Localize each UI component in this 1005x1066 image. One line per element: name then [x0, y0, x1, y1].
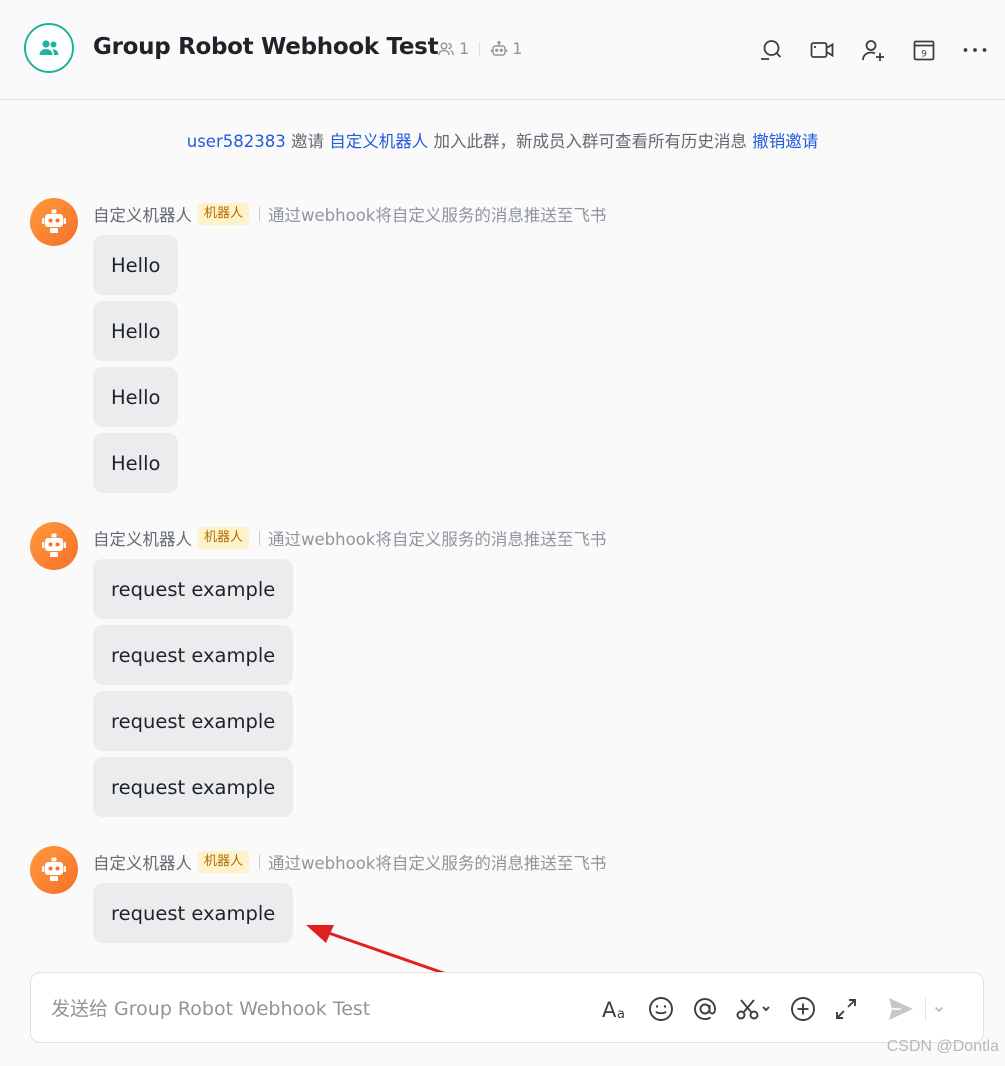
members-icon: [438, 42, 454, 55]
calendar-button[interactable]: 9: [910, 36, 938, 64]
add-member-button[interactable]: [859, 36, 887, 64]
system-notice: user582383 邀请 自定义机器人 加入此群，新成员入群可查看所有历史消息…: [0, 128, 1005, 152]
message-bubble[interactable]: request example: [93, 559, 294, 619]
notice-text: 加入此群，新成员入群可查看所有历史消息: [428, 132, 753, 151]
send-button[interactable]: [887, 993, 915, 1025]
message-meta: 自定义机器人 机器人 通过webhook将自定义服务的消息推送至飞书: [93, 526, 606, 550]
robot-icon: [490, 40, 508, 56]
sender-name[interactable]: 自定义机器人: [93, 202, 192, 226]
header-toolbar: 9: [757, 36, 989, 64]
composer-toolbar: A a: [601, 993, 946, 1025]
message-bubble[interactable]: Hello: [93, 301, 179, 361]
send-icon: [889, 998, 913, 1020]
add-user-icon: [862, 40, 884, 61]
sender-description: 通过webhook将自定义服务的消息推送至飞书: [268, 206, 607, 225]
expand-icon: [836, 999, 856, 1019]
chevron-down-icon: [934, 1006, 944, 1013]
chat-header: Group Robot Webhook Test 1 1 9: [0, 0, 1005, 100]
watermark: CSDN @Dontla: [886, 1038, 999, 1055]
scissors-icon: [736, 999, 770, 1020]
meta-divider: [259, 207, 261, 221]
message-bubble[interactable]: Hello: [93, 367, 179, 427]
meta-divider: [259, 855, 261, 869]
emoji-icon: [649, 997, 673, 1021]
message-composer: A a: [30, 972, 984, 1043]
group-icon: [39, 40, 59, 55]
send-options-button[interactable]: [932, 993, 946, 1025]
robot-icon: [42, 857, 66, 881]
bot-badge: 机器人: [198, 851, 250, 873]
message-bubble[interactable]: request example: [93, 691, 294, 751]
message-meta: 自定义机器人 机器人 通过webhook将自定义服务的消息推送至飞书: [93, 850, 606, 874]
search-icon: [761, 40, 782, 60]
robot-icon: [42, 533, 66, 557]
bot-avatar[interactable]: [30, 198, 78, 246]
font-format-icon: A a: [602, 998, 625, 1022]
message-bubble[interactable]: Hello: [93, 433, 179, 493]
plus-circle-icon: [791, 997, 815, 1021]
mention-button[interactable]: [691, 993, 719, 1025]
invitee-link[interactable]: 自定义机器人: [329, 132, 428, 151]
sender-name[interactable]: 自定义机器人: [93, 526, 192, 550]
video-icon: [810, 42, 834, 58]
message-meta: 自定义机器人 机器人 通过webhook将自定义服务的消息推送至飞书: [93, 202, 606, 226]
at-icon: [694, 998, 716, 1020]
revoke-invite-link[interactable]: 撤销邀请: [752, 132, 818, 151]
message-bubble[interactable]: request example: [93, 883, 294, 943]
chat-title[interactable]: Group Robot Webhook Test: [93, 34, 439, 60]
svg-text:A: A: [602, 998, 617, 1022]
more-icon: [963, 48, 987, 52]
expand-editor-button[interactable]: [833, 993, 859, 1025]
notice-verb: 邀请: [285, 132, 330, 151]
meta-divider: [259, 531, 261, 545]
bot-avatar[interactable]: [30, 846, 78, 894]
member-counts: 1 1: [437, 39, 522, 58]
member-count[interactable]: 1: [437, 39, 469, 58]
bot-avatar[interactable]: [30, 522, 78, 570]
group-avatar[interactable]: [24, 23, 74, 73]
add-attachment-button[interactable]: [789, 993, 817, 1025]
calendar-icon: 9: [913, 40, 935, 61]
sender-description: 通过webhook将自定义服务的消息推送至飞书: [268, 854, 607, 873]
message-bubble[interactable]: request example: [93, 757, 294, 817]
search-chat-button[interactable]: [757, 36, 785, 64]
bot-count[interactable]: 1: [490, 39, 522, 58]
member-count-value: 1: [459, 39, 470, 58]
message-bubble[interactable]: Hello: [93, 235, 179, 295]
message-input[interactable]: [49, 993, 573, 1025]
robot-icon: [42, 209, 66, 233]
send-divider: [925, 998, 926, 1020]
message-bubble[interactable]: request example: [93, 625, 294, 685]
video-call-button[interactable]: [808, 36, 836, 64]
text-format-button[interactable]: A a: [601, 993, 631, 1025]
sender-name[interactable]: 自定义机器人: [93, 850, 192, 874]
svg-text:a: a: [617, 1007, 625, 1022]
sender-description: 通过webhook将自定义服务的消息推送至飞书: [268, 530, 607, 549]
bot-badge: 机器人: [198, 527, 250, 549]
bot-badge: 机器人: [198, 203, 250, 225]
svg-text:9: 9: [921, 50, 927, 60]
more-options-button[interactable]: [961, 36, 989, 64]
emoji-button[interactable]: [647, 993, 675, 1025]
count-divider: [479, 41, 481, 56]
screenshot-button[interactable]: [735, 993, 773, 1025]
inviter-link[interactable]: user582383: [187, 132, 286, 151]
bot-count-value: 1: [512, 39, 523, 58]
